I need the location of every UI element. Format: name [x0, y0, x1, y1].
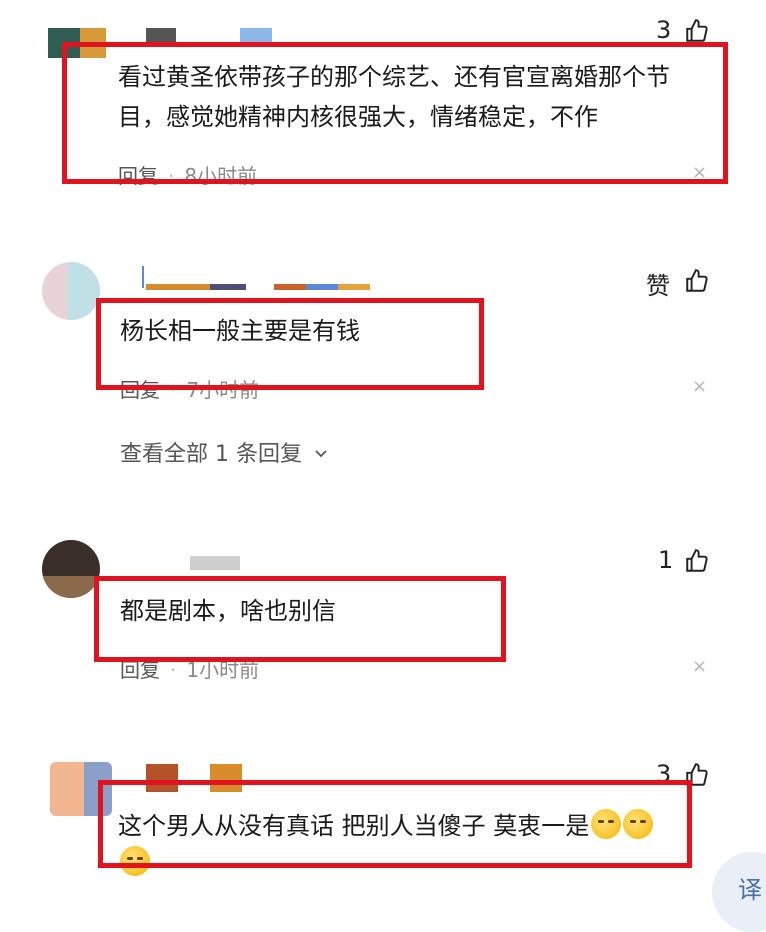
close-icon[interactable]: ×: [692, 376, 707, 397]
like-count: 3: [656, 760, 672, 788]
thinking-emoji-icon: [623, 809, 654, 839]
view-all-replies-label: 查看全部 1 条回复: [120, 442, 302, 467]
thumbs-up-icon[interactable]: [684, 268, 710, 294]
username-redacted: [146, 284, 210, 290]
username-redacted: [240, 28, 272, 42]
username-redacted: [338, 284, 370, 290]
comment-text: 杨长相一般主要是有钱: [120, 317, 360, 345]
emoji-line: [118, 846, 150, 876]
username-redacted: [146, 764, 178, 792]
username-redacted: [210, 284, 246, 290]
username-redacted: [190, 556, 240, 570]
comment-meta: 回复 · 7小时前: [120, 378, 260, 402]
reply-button[interactable]: 回复: [120, 658, 160, 682]
username-redacted: [306, 284, 338, 290]
thinking-emoji-icon: [591, 809, 622, 839]
avatar[interactable]: [48, 18, 106, 76]
comment-text: 都是剧本，啥也别信: [120, 597, 336, 625]
chevron-down-icon: [315, 450, 327, 458]
like-count: 1: [658, 546, 674, 574]
comment-meta: 回复 · 1小时前: [120, 658, 260, 682]
timestamp: 8小时前: [184, 164, 258, 188]
username-redacted: [142, 266, 144, 288]
comment-text: 这个男人从没有真话 把别人当傻子 莫衷一是: [118, 805, 654, 847]
comment-text: 看过黄圣依带孩子的那个综艺、还有官宣离婚那个节: [118, 63, 670, 91]
timestamp: 7小时前: [186, 378, 260, 402]
thumbs-up-icon[interactable]: [684, 762, 710, 788]
thumbs-up-icon[interactable]: [684, 548, 710, 574]
reply-button[interactable]: 回复: [118, 164, 158, 188]
close-icon[interactable]: ×: [692, 162, 707, 183]
username-redacted: [274, 284, 306, 290]
translate-button[interactable]: 译: [712, 852, 766, 932]
thumbs-up-icon[interactable]: [684, 18, 710, 44]
timestamp: 1小时前: [186, 658, 260, 682]
username-redacted: [210, 764, 242, 792]
avatar[interactable]: [42, 540, 100, 598]
avatar[interactable]: [50, 762, 112, 816]
reply-button[interactable]: 回复: [120, 378, 160, 402]
close-icon[interactable]: ×: [692, 656, 707, 677]
username-redacted: [146, 28, 176, 42]
like-count: 3: [656, 16, 672, 44]
view-all-replies-link[interactable]: 查看全部 1 条回复: [120, 436, 329, 468]
comment-meta: 回复 · 8小时前: [118, 164, 258, 188]
comment-text: 目，感觉她精神内核很强大，情绪稳定，不作: [118, 103, 598, 131]
thinking-emoji-icon: [120, 846, 150, 876]
like-label[interactable]: 赞: [646, 266, 670, 301]
avatar[interactable]: [42, 262, 100, 320]
comment-text-content: 这个男人从没有真话 把别人当傻子 莫衷一是: [118, 812, 590, 840]
translate-label: 译: [738, 876, 762, 904]
